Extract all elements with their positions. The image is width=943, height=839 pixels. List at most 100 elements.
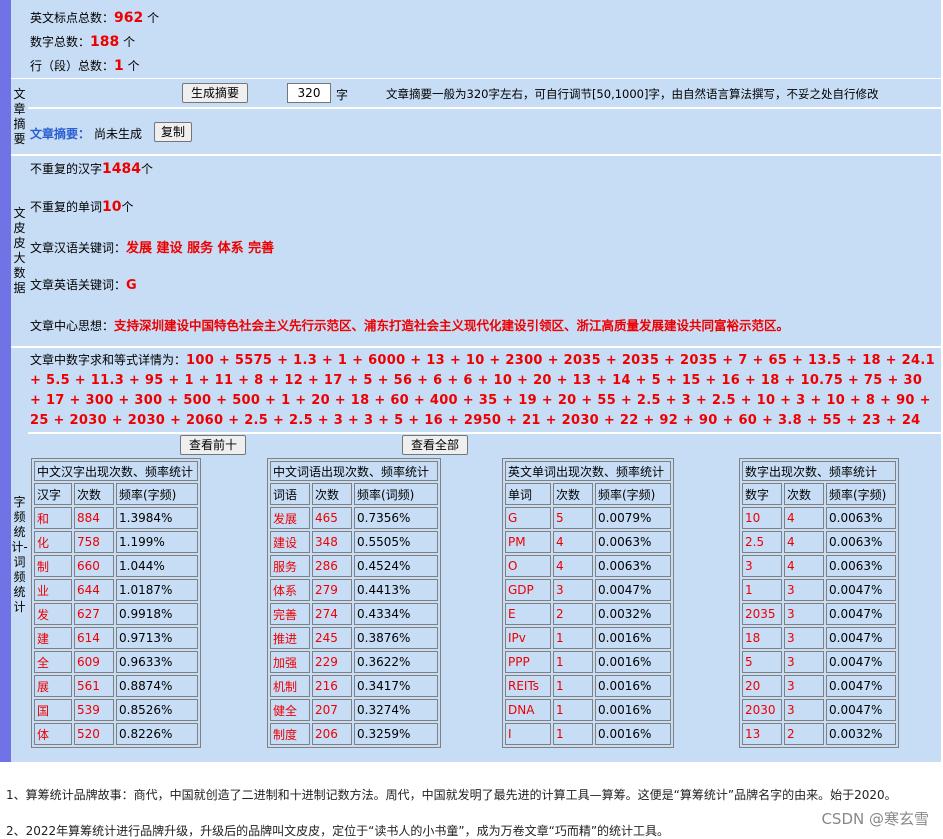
table-row: 2035 3 0.0047% (742, 603, 896, 625)
count-cell: 660 (74, 555, 114, 577)
punct-count-unit: 个 (147, 11, 160, 25)
frequency-cell: 0.0047% (826, 675, 896, 697)
count-cell: 207 (312, 699, 352, 721)
summary-length-input[interactable]: 320 (287, 83, 331, 103)
summary-output-panel: 文章摘要： 尚未生成 复制 (28, 109, 941, 154)
para-count-label: 行（段）总数： (30, 59, 115, 73)
column-header: 频率(字频) (116, 483, 198, 505)
summary-hint: 文章摘要一般为320字左右，可自行调节[50,1000]字，由自然语言算法撰写，… (386, 87, 879, 101)
column-header: 次数 (312, 483, 352, 505)
term-cell: 3 (742, 555, 782, 577)
table-row: 健全 207 0.3274% (270, 699, 438, 721)
count-cell: 3 (784, 627, 824, 649)
term-cell: 建设 (270, 531, 310, 553)
frequency-table: 英文单词出现次数、频率统计 单词 次数 频率(字频) G 5 0.0079% PM 4 0.006… (502, 458, 674, 748)
table-row: 全 609 0.9633% (34, 651, 198, 673)
term-cell: I (505, 723, 551, 745)
top-counts-panel: 英文标点总数：962 个 数字总数：188 个 行（段）总数：1 个 (28, 0, 941, 78)
column-header: 词语 (270, 483, 310, 505)
term-cell: 展 (34, 675, 72, 697)
count-cell: 1 (553, 699, 593, 721)
table-row: DNA 1 0.0016% (505, 699, 671, 721)
column-header: 频率(词频) (354, 483, 438, 505)
term-cell: 5 (742, 651, 782, 673)
copy-summary-button[interactable]: 复制 (154, 122, 192, 142)
term-cell: 13 (742, 723, 782, 745)
count-cell: 1 (553, 627, 593, 649)
term-cell: 制度 (270, 723, 310, 745)
table-row: 建 614 0.9713% (34, 627, 198, 649)
table-caption: 中文词语出现次数、频率统计 (270, 461, 438, 481)
count-cell: 614 (74, 627, 114, 649)
term-cell: 全 (34, 651, 72, 673)
frequency-cell: 0.3876% (354, 627, 438, 649)
table-header-row: 单词 次数 频率(字频) (505, 483, 671, 505)
frequency-cell: 1.3984% (116, 507, 198, 529)
count-cell: 3 (784, 699, 824, 721)
en-keywords-row: 文章英语关键词：G (30, 276, 137, 293)
table-row: 机制 216 0.3417% (270, 675, 438, 697)
table-row: PM 4 0.0063% (505, 531, 671, 553)
table-row: 10 4 0.0063% (742, 507, 896, 529)
frequency-cell: 0.0016% (595, 651, 671, 673)
cn-keywords-row: 文章汉语关键词：发展 建设 服务 体系 完善 (30, 237, 274, 256)
left-accent-bar (0, 0, 11, 762)
table-row: 制度 206 0.3259% (270, 723, 438, 745)
frequency-cell: 1.199% (116, 531, 198, 553)
count-cell: 1 (553, 675, 593, 697)
summary-length-unit: 字 (336, 88, 349, 102)
para-count-value: 1 (114, 58, 124, 74)
column-header: 单词 (505, 483, 551, 505)
column-header: 次数 (553, 483, 593, 505)
theme-label: 文章中心思想： (30, 319, 115, 333)
term-cell: 1 (742, 579, 782, 601)
term-cell: 体系 (270, 579, 310, 601)
count-cell: 4 (784, 555, 824, 577)
term-cell: DNA (505, 699, 551, 721)
term-cell: 服务 (270, 555, 310, 577)
column-header: 频率(字频) (826, 483, 896, 505)
table-row: IPv 1 0.0016% (505, 627, 671, 649)
count-cell: 5 (553, 507, 593, 529)
summary-status: 尚未生成 (94, 127, 143, 141)
table-row: 13 2 0.0032% (742, 723, 896, 745)
unique-words-unit: 个 (121, 200, 134, 214)
count-cell: 286 (312, 555, 352, 577)
count-cell: 229 (312, 651, 352, 673)
table-row: 5 3 0.0047% (742, 651, 896, 673)
table-row: 加强 229 0.3622% (270, 651, 438, 673)
view-all-button[interactable]: 查看全部 (402, 435, 468, 455)
table-row: 18 3 0.0047% (742, 627, 896, 649)
term-cell: 2.5 (742, 531, 782, 553)
frequency-table: 中文词语出现次数、频率统计 词语 次数 频率(词频) 发展 465 0.7356% 建设 348… (267, 458, 441, 748)
frequency-cell: 0.0047% (826, 603, 896, 625)
footer-note-2: 2、2022年算筹统计进行品牌升级，升级后的品牌叫文皮皮，定位于“读书人的小书童… (6, 824, 670, 838)
count-cell: 3 (553, 579, 593, 601)
table-row: 发展 465 0.7356% (270, 507, 438, 529)
table-caption: 数字出现次数、频率统计 (742, 461, 896, 481)
en-keywords-label: 文章英语关键词： (30, 278, 127, 292)
term-cell: IPv (505, 627, 551, 649)
frequency-cell: 0.4524% (354, 555, 438, 577)
term-cell: 加强 (270, 651, 310, 673)
table-row: 2030 3 0.0047% (742, 699, 896, 721)
count-cell: 627 (74, 603, 114, 625)
unique-hanzi-row: 不重复的汉字1484个 (30, 160, 153, 177)
term-cell: 发 (34, 603, 72, 625)
table-caption: 英文单词出现次数、频率统计 (505, 461, 671, 481)
punct-count-row: 英文标点总数：962 个 (30, 9, 159, 26)
frequency-cell: 0.0063% (826, 507, 896, 529)
cn-keywords-value: 发展 建设 服务 体系 完善 (126, 241, 275, 256)
summary-controls-panel: 生成摘要 320 字 文章摘要一般为320字左右，可自行调节[50,1000]字… (28, 79, 941, 107)
count-cell: 3 (784, 579, 824, 601)
count-cell: 4 (784, 507, 824, 529)
generate-summary-button[interactable]: 生成摘要 (182, 83, 248, 103)
view-top10-button[interactable]: 查看前十 (180, 435, 246, 455)
frequency-cell: 0.0063% (595, 555, 671, 577)
para-count-unit: 个 (127, 59, 140, 73)
table-row: G 5 0.0079% (505, 507, 671, 529)
frequency-cell: 1.044% (116, 555, 198, 577)
table-row: 完善 274 0.4334% (270, 603, 438, 625)
frequency-table: 中文汉字出现次数、频率统计 汉字 次数 频率(字频) 和 884 1.3984% 化 758 1.… (31, 458, 201, 748)
frequency-cell: 1.0187% (116, 579, 198, 601)
